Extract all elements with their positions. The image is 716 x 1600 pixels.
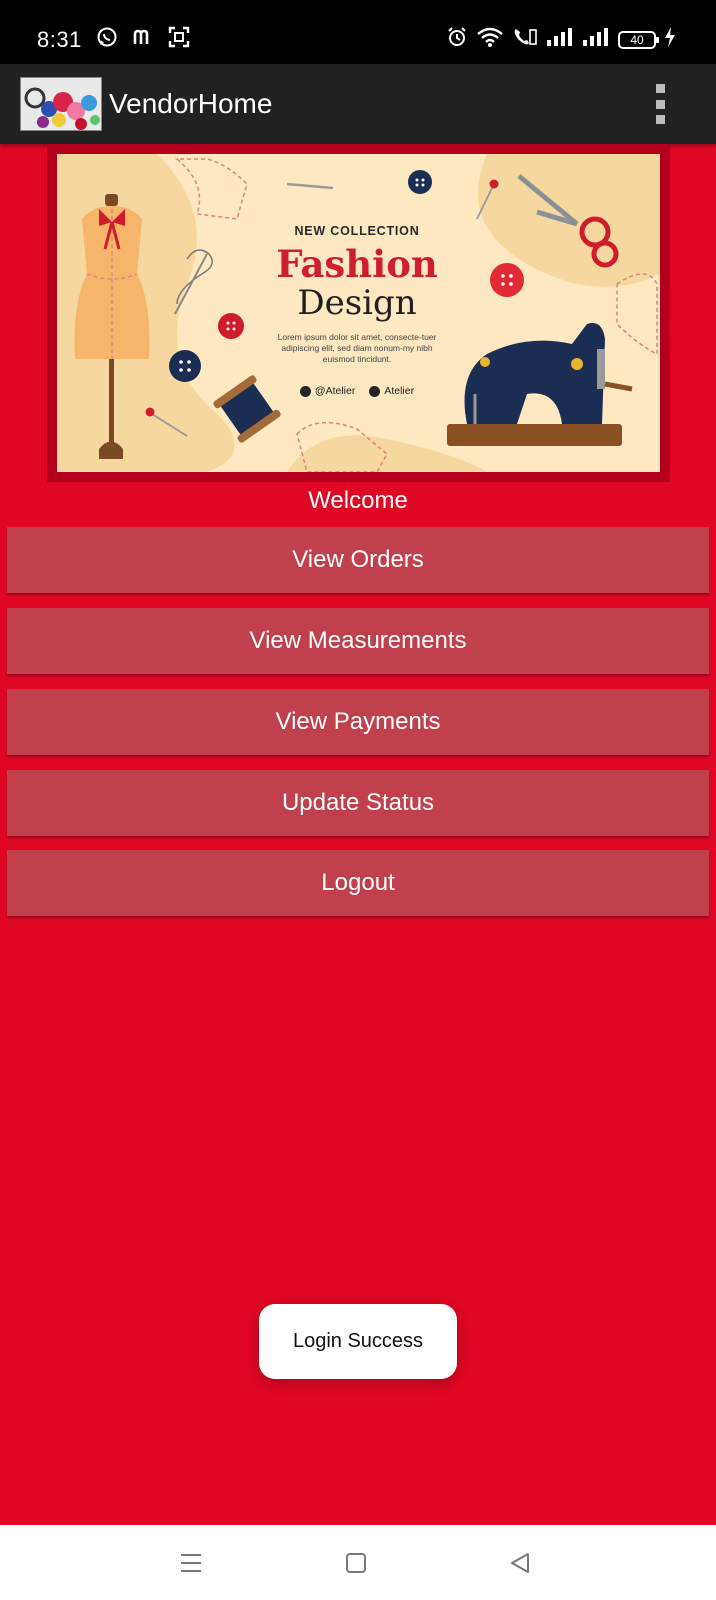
volte-call-icon [512, 26, 538, 53]
toast-message: Login Success [292, 1330, 424, 1352]
status-left: 8:31 [37, 26, 190, 53]
wifi-icon [476, 26, 504, 53]
navigation-bar [0, 1525, 716, 1600]
alarm-icon [446, 26, 468, 53]
charging-icon [664, 27, 676, 52]
status-bar: 8:31 40 [0, 0, 716, 64]
home-icon[interactable] [336, 1545, 376, 1581]
instagram-handle: @Atelier [314, 385, 356, 397]
banner-social: @Atelier Atelier [257, 385, 457, 397]
status-time: 8:31 [37, 26, 82, 52]
view-orders-button[interactable]: View Orders [7, 527, 709, 593]
instagram-icon [299, 385, 311, 397]
status-right: 40 [446, 26, 676, 53]
facebook-icon [369, 385, 381, 397]
view-measurements-button[interactable]: View Measurements [7, 608, 709, 674]
app-bar: VendorHome [0, 64, 716, 144]
whatsapp-icon [96, 26, 118, 53]
signal-icon [582, 27, 610, 52]
banner-image: NEW COLLECTION Fashion Design Lorem ipsu… [57, 154, 660, 472]
banner-text: NEW COLLECTION Fashion Design Lorem ipsu… [257, 224, 457, 397]
battery-icon: 40 [618, 30, 659, 49]
welcome-label: Welcome [308, 487, 408, 514]
back-icon[interactable] [500, 1545, 540, 1581]
banner-eyebrow: NEW COLLECTION [294, 224, 420, 238]
banner-body: Lorem ipsum dolor sit amet, consecte-tue… [277, 332, 437, 364]
battery-level: 40 [630, 32, 644, 47]
facebook-handle: Atelier [384, 385, 415, 397]
app-title: VendorHome [109, 88, 273, 119]
view-payments-button[interactable]: View Payments [7, 689, 709, 755]
app-logo [20, 77, 102, 131]
overflow-menu-icon[interactable] [648, 84, 672, 124]
fashion-banner: NEW COLLECTION Fashion Design Lorem ipsu… [47, 144, 670, 482]
scan-icon [168, 26, 190, 53]
banner-title: Fashion [276, 242, 438, 286]
signal-icon [546, 27, 574, 52]
banner-subtitle: Design [297, 283, 417, 323]
login-success-toast: Login Success [259, 1304, 457, 1379]
update-status-button[interactable]: Update Status [7, 770, 709, 836]
m-app-icon [132, 26, 154, 53]
logout-button[interactable]: Logout [7, 850, 709, 916]
menu-icon[interactable] [171, 1545, 211, 1581]
